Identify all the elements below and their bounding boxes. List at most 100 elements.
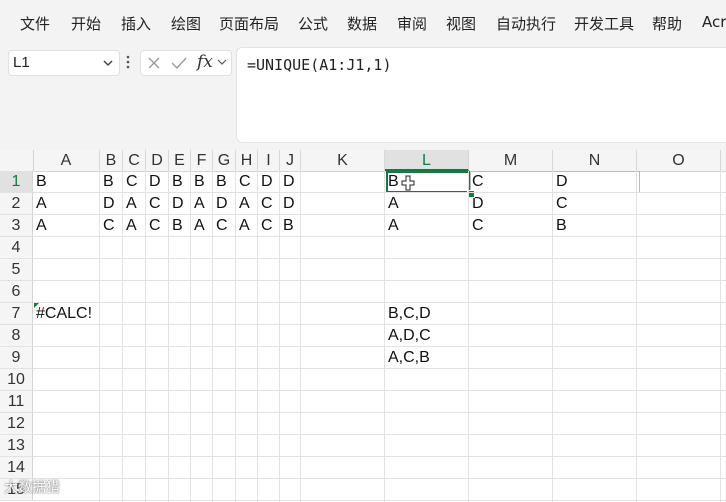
cell-j1[interactable]: D: [280, 171, 295, 193]
ribbon-menu-bar: 文件 开始 插入 绘图 页面布局 公式 数据 审阅 视图 自动执行 开发工具 帮…: [0, 0, 726, 44]
cell-f1[interactable]: B: [191, 171, 205, 193]
more-options-icon[interactable]: [124, 52, 132, 72]
cell-c1[interactable]: C: [123, 171, 138, 193]
cell-l2[interactable]: A: [385, 193, 399, 215]
name-box[interactable]: L1: [8, 50, 120, 76]
cell-j3[interactable]: B: [280, 215, 294, 237]
cell-h1[interactable]: C: [236, 171, 251, 193]
cell-b1[interactable]: B: [100, 171, 114, 193]
column-header-c[interactable]: C: [123, 150, 146, 171]
column-header-o[interactable]: O: [637, 150, 721, 171]
row-header-4[interactable]: 4: [0, 237, 33, 259]
cell-d2[interactable]: C: [146, 193, 161, 215]
menu-insert[interactable]: 插入: [121, 13, 151, 34]
insert-function-icon[interactable]: fx: [197, 52, 213, 72]
cell-i2[interactable]: C: [258, 193, 273, 215]
cell-i1[interactable]: D: [258, 171, 273, 193]
column-header-d[interactable]: D: [146, 150, 169, 171]
cell-a2[interactable]: A: [33, 193, 47, 215]
cell-d1[interactable]: D: [146, 171, 161, 193]
row-header-10[interactable]: 10: [0, 369, 33, 391]
row-header-7[interactable]: 7: [0, 303, 33, 325]
menu-file[interactable]: 文件: [20, 13, 50, 34]
cell-g2[interactable]: D: [213, 193, 228, 215]
column-header-m[interactable]: M: [469, 150, 553, 171]
cell-c2[interactable]: A: [123, 193, 137, 215]
cell-j2[interactable]: D: [280, 193, 295, 215]
row-header-14[interactable]: 14: [0, 457, 33, 479]
row-header-13[interactable]: 13: [0, 435, 33, 457]
cell-l3[interactable]: A: [385, 215, 399, 237]
menu-review[interactable]: 审阅: [397, 13, 427, 34]
select-all-corner[interactable]: [0, 150, 34, 171]
cell-e3[interactable]: B: [169, 215, 183, 237]
column-header-f[interactable]: F: [191, 150, 213, 171]
cell-b3[interactable]: C: [100, 215, 115, 237]
row-header-5[interactable]: 5: [0, 259, 33, 281]
cell-e1[interactable]: B: [169, 171, 183, 193]
spill-range-outline: [470, 171, 640, 193]
column-header-k[interactable]: K: [301, 150, 385, 171]
cell-f3[interactable]: A: [191, 215, 205, 237]
cell-m3[interactable]: C: [469, 215, 484, 237]
cell-h2[interactable]: A: [236, 193, 250, 215]
menu-page-layout[interactable]: 页面布局: [219, 13, 279, 34]
cell-n3[interactable]: B: [553, 215, 567, 237]
cell-l7[interactable]: B,C,D: [385, 303, 431, 325]
chevron-down-icon[interactable]: [101, 56, 115, 70]
enter-check-icon[interactable]: [171, 56, 187, 70]
row-header-3[interactable]: 3: [0, 215, 33, 237]
name-box-value: L1: [13, 54, 30, 71]
column-header-n[interactable]: N: [553, 150, 637, 171]
cell-d3[interactable]: C: [146, 215, 161, 237]
row-header-6[interactable]: 6: [0, 281, 33, 303]
cell-c3[interactable]: A: [123, 215, 137, 237]
cell-n2[interactable]: C: [553, 193, 568, 215]
column-header-i[interactable]: I: [258, 150, 280, 171]
cell-a3[interactable]: A: [33, 215, 47, 237]
menu-automate[interactable]: 自动执行: [496, 13, 556, 34]
menu-formulas[interactable]: 公式: [298, 13, 328, 34]
column-header-e[interactable]: E: [169, 150, 191, 171]
column-header-l[interactable]: L: [385, 150, 469, 171]
cell-i3[interactable]: C: [258, 215, 273, 237]
row-header-11[interactable]: 11: [0, 391, 33, 413]
grid-vline: [384, 171, 385, 502]
cell-h3[interactable]: A: [236, 215, 250, 237]
row-header-9[interactable]: 9: [0, 347, 33, 369]
cell-f2[interactable]: A: [191, 193, 205, 215]
menu-help[interactable]: 帮助: [652, 13, 682, 34]
column-header-a[interactable]: A: [33, 150, 100, 171]
cancel-icon[interactable]: [147, 56, 161, 70]
cell-g3[interactable]: C: [213, 215, 228, 237]
cell-area[interactable]: A,C,B A,D,C B,C,D #CALC! B C A B C A C A B C A C A C D A D C A…: [33, 171, 726, 502]
cell-l8[interactable]: A,D,C: [385, 325, 431, 347]
menu-developer[interactable]: 开发工具: [574, 13, 634, 34]
column-header-b[interactable]: B: [100, 150, 123, 171]
menu-data[interactable]: 数据: [347, 13, 377, 34]
column-header-g[interactable]: G: [213, 150, 236, 171]
menu-draw[interactable]: 绘图: [171, 13, 201, 34]
grid-hline: [33, 412, 726, 413]
row-header-1[interactable]: 1: [0, 171, 33, 193]
fx-dropdown-icon[interactable]: [217, 57, 227, 67]
grid-hline: [33, 478, 726, 479]
menu-acrobat[interactable]: Acr: [702, 13, 726, 31]
cell-g1[interactable]: B: [213, 171, 227, 193]
cell-e2[interactable]: D: [169, 193, 184, 215]
grid-vline: [122, 171, 123, 502]
row-header-12[interactable]: 12: [0, 413, 33, 435]
cell-b2[interactable]: D: [100, 193, 115, 215]
cell-l9[interactable]: A,C,B: [385, 347, 430, 369]
column-header-j[interactable]: J: [280, 150, 301, 171]
menu-view[interactable]: 视图: [446, 13, 476, 34]
row-header-8[interactable]: 8: [0, 325, 33, 347]
menu-home[interactable]: 开始: [71, 13, 101, 34]
cell-a7[interactable]: #CALC!: [33, 303, 92, 325]
grid-vline: [168, 171, 169, 502]
column-header-h[interactable]: H: [236, 150, 258, 171]
cell-a1[interactable]: B: [33, 171, 47, 193]
formula-input[interactable]: =UNIQUE(A1:J1,1): [236, 47, 726, 143]
grid-hline: [33, 500, 726, 501]
row-header-2[interactable]: 2: [0, 193, 33, 215]
